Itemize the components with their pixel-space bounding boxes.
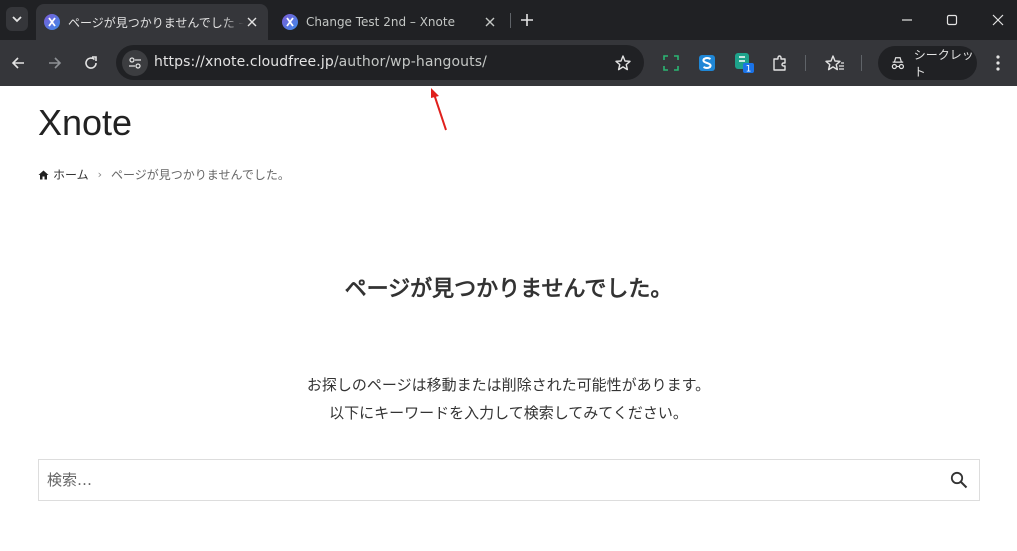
back-icon[interactable] bbox=[6, 51, 30, 75]
not-found-message: お探しのページは移動または削除された可能性があります。 以下にキーワードを入力し… bbox=[0, 371, 1017, 427]
message-line: 以下にキーワードを入力して検索してみてください。 bbox=[329, 404, 688, 422]
tab-search-icon[interactable] bbox=[6, 7, 28, 31]
breadcrumb-current: ページが見つかりませんでした。 bbox=[111, 168, 290, 182]
maximize-icon[interactable] bbox=[938, 6, 966, 34]
search-form bbox=[38, 459, 980, 501]
extension-badge-icon[interactable]: 1 bbox=[733, 52, 755, 74]
message-line: お探しのページは移動または削除された可能性があります。 bbox=[306, 376, 711, 394]
puzzle-icon[interactable] bbox=[769, 52, 791, 74]
screenshot-icon[interactable] bbox=[660, 52, 682, 74]
plus-icon[interactable] bbox=[516, 9, 538, 31]
tab-title: ページが見つかりませんでした – Xnote bbox=[68, 15, 244, 30]
site-title[interactable]: Xnote bbox=[38, 102, 132, 144]
tab-inactive[interactable]: Change Test 2nd – Xnote bbox=[274, 4, 506, 40]
page-content: Xnote ホーム › ページが見つかりませんでした。 ページが見つかりませんで… bbox=[0, 86, 1017, 551]
incognito-icon bbox=[891, 57, 905, 70]
chevron-right-icon: › bbox=[97, 168, 103, 181]
close-icon[interactable] bbox=[482, 14, 498, 30]
tab-divider bbox=[510, 13, 511, 28]
breadcrumb: ホーム › ページが見つかりませんでした。 bbox=[38, 166, 290, 183]
close-window-icon[interactable] bbox=[984, 6, 1012, 34]
url-path: /author/wp-hangouts/ bbox=[333, 54, 487, 70]
search-input[interactable] bbox=[39, 460, 939, 500]
reload-icon[interactable] bbox=[79, 51, 103, 75]
url-host: https://xnote.cloudfree.jp bbox=[154, 54, 334, 70]
url-text[interactable]: https://xnote.cloudfree.jp/author/wp-han… bbox=[154, 54, 487, 70]
s-extension-icon[interactable] bbox=[696, 52, 718, 74]
site-settings-icon[interactable] bbox=[122, 50, 148, 76]
bookmarks-icon[interactable] bbox=[824, 52, 846, 74]
extension-badge-count: 1 bbox=[746, 65, 752, 75]
tab-title: Change Test 2nd – Xnote bbox=[306, 15, 455, 29]
search-icon[interactable] bbox=[949, 470, 969, 490]
forward-icon[interactable] bbox=[43, 51, 67, 75]
tab-strip: ページが見つかりませんでした – Xnote Change Test 2nd –… bbox=[0, 0, 1017, 40]
close-icon[interactable] bbox=[244, 14, 260, 30]
address-bar[interactable]: https://xnote.cloudfree.jp/author/wp-han… bbox=[116, 45, 644, 80]
annotation-arrow bbox=[431, 88, 447, 131]
toolbar-divider bbox=[805, 55, 806, 71]
home-icon bbox=[38, 170, 49, 180]
star-icon[interactable] bbox=[614, 54, 632, 72]
incognito-label: シークレット bbox=[913, 48, 974, 79]
toolbar-divider bbox=[861, 55, 862, 71]
breadcrumb-home[interactable]: ホーム bbox=[53, 166, 89, 183]
xnote-favicon-icon bbox=[282, 14, 298, 30]
menu-icon[interactable] bbox=[988, 53, 1008, 73]
xnote-favicon-icon bbox=[44, 14, 60, 30]
tab-active[interactable]: ページが見つかりませんでした – Xnote bbox=[36, 4, 268, 40]
browser-toolbar: https://xnote.cloudfree.jp/author/wp-han… bbox=[0, 40, 1017, 86]
page-title: ページが見つかりませんでした。 bbox=[344, 277, 673, 302]
minimize-icon[interactable] bbox=[893, 6, 921, 34]
incognito-badge[interactable]: シークレット bbox=[878, 46, 977, 80]
